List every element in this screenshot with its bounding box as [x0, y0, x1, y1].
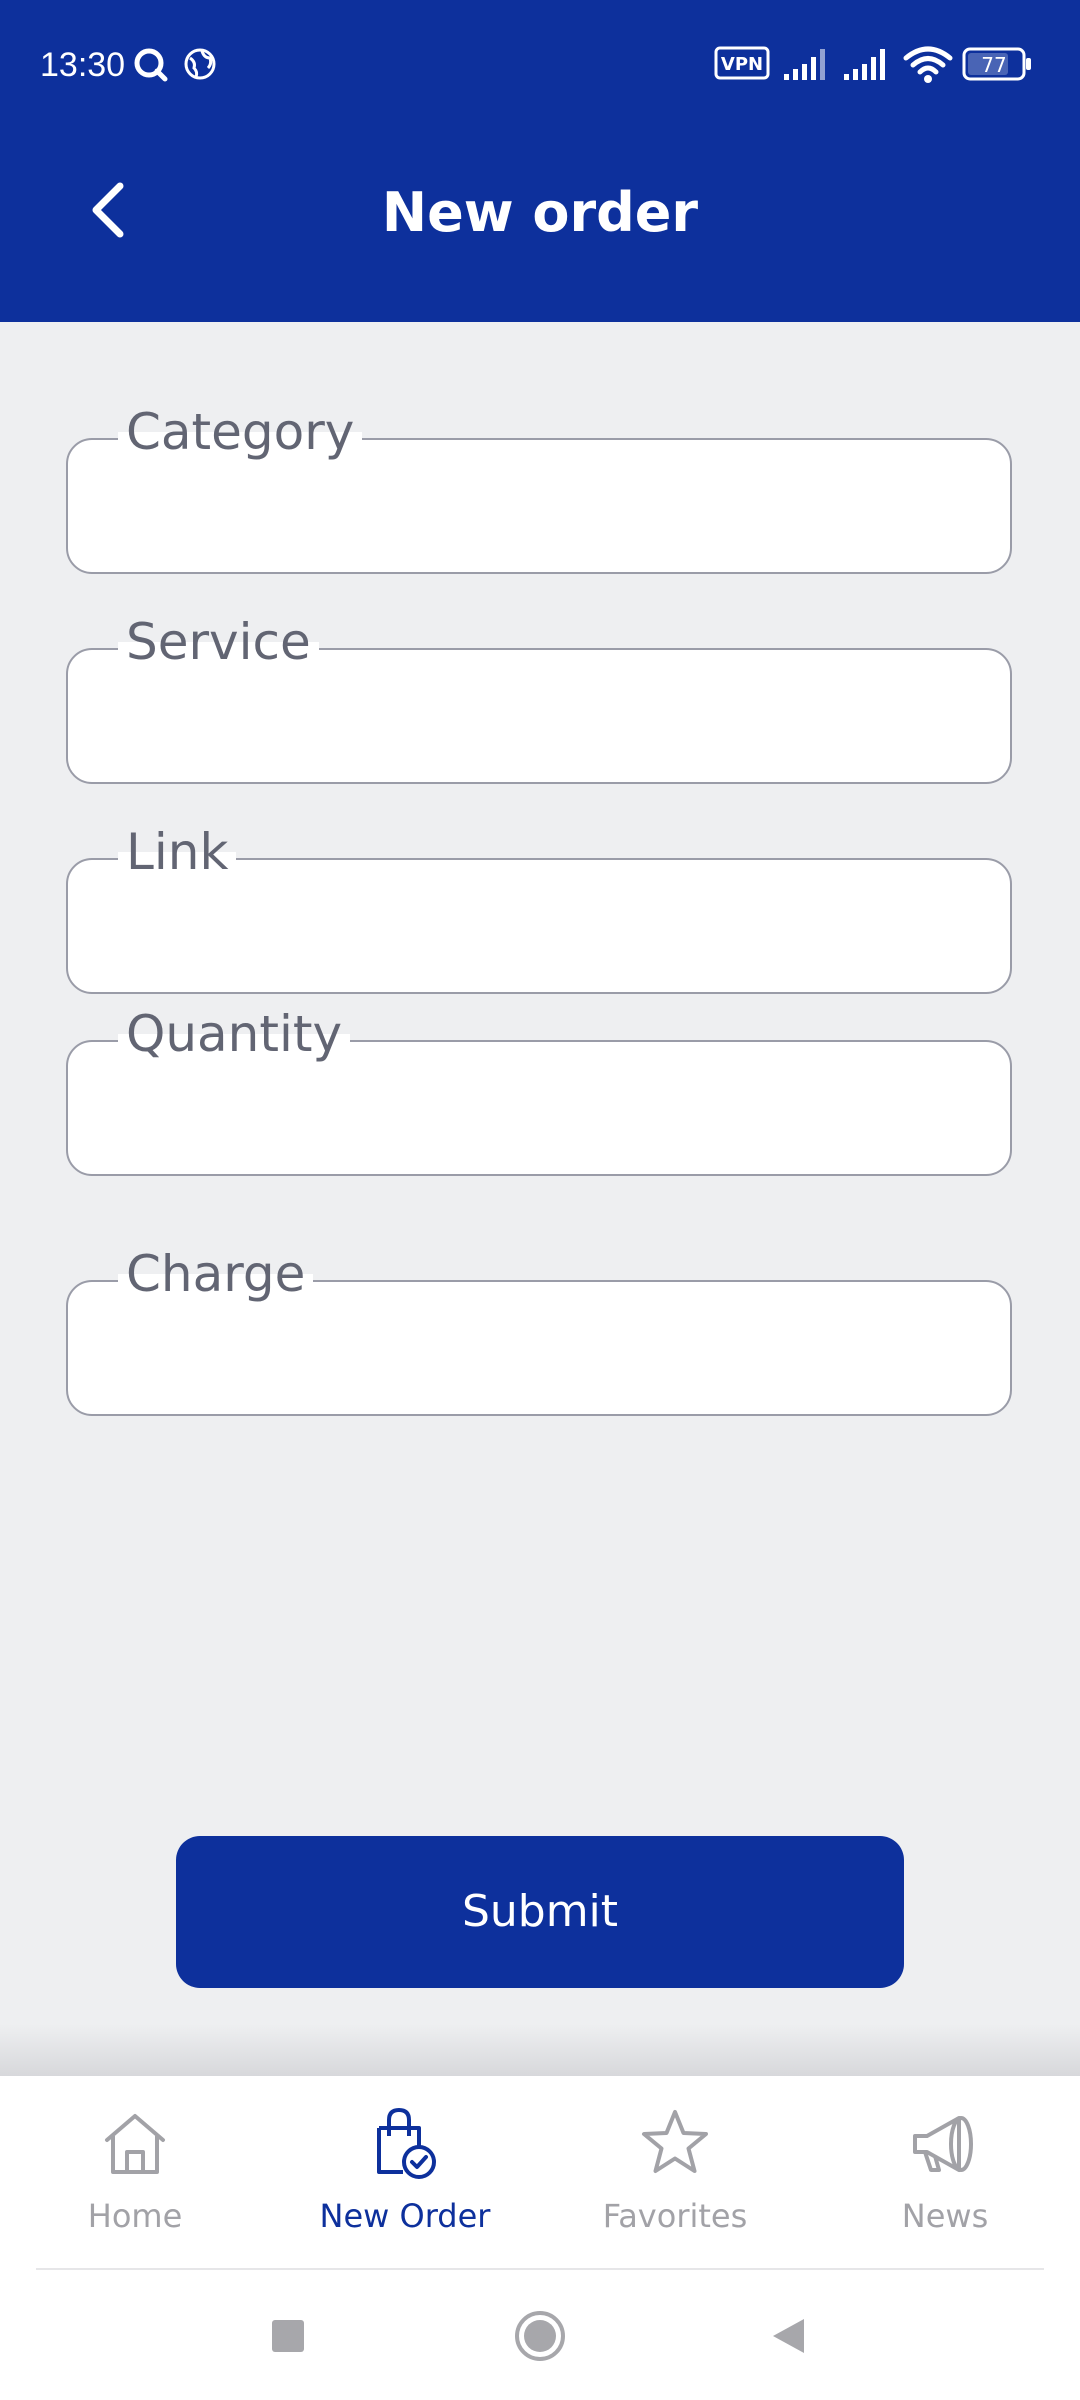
submit-button[interactable]: Submit — [176, 1836, 904, 1988]
signal-icon-1 — [784, 49, 825, 80]
search-status-icon — [134, 48, 168, 82]
wifi-icon — [903, 46, 953, 83]
app-header: 13:30 VPN 77 New order — [0, 0, 1080, 322]
link-label: Link — [118, 820, 237, 884]
nav-item-news[interactable]: News — [810, 2106, 1080, 2306]
shopping-bag-check-icon — [377, 2107, 436, 2179]
megaphone-icon — [913, 2116, 973, 2172]
nav-item-favorites[interactable]: Favorites — [540, 2106, 810, 2306]
nav-label-news: News — [901, 2197, 989, 2235]
category-label: Category — [118, 400, 363, 464]
page-title: New order — [381, 181, 699, 244]
nav-item-home[interactable]: Home — [0, 2106, 270, 2306]
charge-label: Charge — [118, 1242, 314, 1306]
globe-status-icon — [184, 48, 216, 80]
svg-text:77: 77 — [981, 53, 1006, 77]
nav-label-new-order: New Order — [319, 2197, 491, 2235]
service-label: Service — [118, 610, 319, 674]
back-triangle-icon[interactable] — [768, 2316, 808, 2356]
link-field[interactable]: Link — [66, 820, 1012, 994]
status-time: 13:30 — [40, 46, 126, 84]
home-icon — [105, 2114, 165, 2174]
nav-label-favorites: Favorites — [602, 2197, 748, 2235]
charge-field[interactable]: Charge — [66, 1242, 1012, 1416]
nav-divider — [36, 2268, 1044, 2270]
quantity-field[interactable]: Quantity — [66, 1002, 1012, 1176]
nav-label-home: Home — [87, 2197, 183, 2235]
bottom-nav: Home New Order Favorites News — [0, 2076, 1080, 2400]
star-icon — [642, 2110, 708, 2173]
svg-text:VPN: VPN — [721, 54, 763, 75]
recent-apps-icon[interactable] — [268, 2316, 308, 2356]
category-field[interactable]: Category — [66, 400, 1012, 574]
quantity-label: Quantity — [118, 1002, 351, 1066]
service-field[interactable]: Service — [66, 610, 1012, 784]
vpn-icon: VPN — [714, 46, 770, 80]
battery-icon: 77 — [962, 47, 1031, 81]
nav-shadow — [0, 2024, 1080, 2076]
home-circle-icon[interactable] — [514, 2310, 566, 2362]
signal-icon-2 — [844, 49, 885, 80]
nav-item-new-order[interactable]: New Order — [270, 2106, 540, 2306]
